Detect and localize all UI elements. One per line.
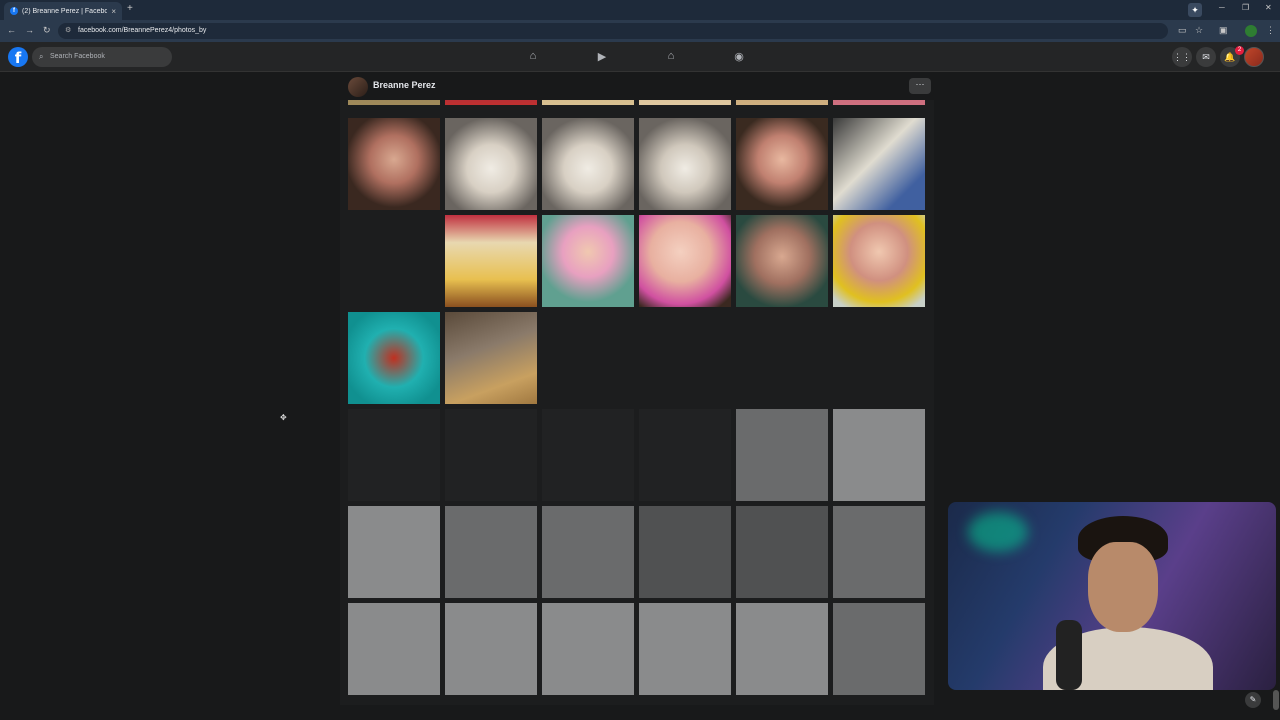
loading-placeholder [833, 506, 925, 598]
home-icon[interactable]: ⌂ [525, 50, 541, 64]
close-window-icon[interactable]: ✕ [1265, 3, 1272, 12]
streamer-face [1088, 542, 1158, 632]
loading-placeholder [542, 506, 634, 598]
empty-slot [348, 215, 440, 307]
search-icon: ⌕ [39, 52, 44, 61]
loading-placeholder [639, 603, 731, 695]
photo-thumbnail[interactable] [542, 118, 634, 210]
background-light [968, 512, 1028, 552]
tab-title: (2) Breanne Perez | Facebook [22, 7, 108, 15]
photo-thumbnail[interactable] [833, 100, 925, 105]
photo-thumbnail[interactable] [348, 312, 440, 404]
loading-placeholder [736, 409, 828, 501]
photo-thumbnail[interactable] [542, 215, 634, 307]
loading-placeholder [833, 409, 925, 501]
bookmark-star-icon[interactable]: ☆ [1195, 25, 1203, 36]
loading-placeholder [542, 603, 634, 695]
profile-icon[interactable] [1245, 25, 1257, 37]
video-icon[interactable]: ▶ [594, 50, 610, 64]
reload-icon[interactable]: ↻ [43, 25, 51, 36]
photo-thumbnail[interactable] [542, 100, 634, 105]
menu-grid-icon[interactable]: ⋮⋮ [1172, 47, 1192, 67]
microphone [1056, 620, 1082, 690]
facebook-header: f ⌕ Search Facebook ⌂ ▶ ⌂ ◉ ⋮⋮ ✉ 🔔 [0, 42, 1280, 72]
forward-icon[interactable]: → [25, 25, 34, 35]
site-info-icon[interactable]: ⚙ [65, 23, 71, 39]
loading-placeholder [445, 506, 537, 598]
mouse-cursor-icon: ✥ [280, 413, 287, 422]
minimize-icon[interactable]: ─ [1219, 3, 1225, 12]
loading-placeholder [445, 409, 537, 501]
scrollbar[interactable] [1273, 690, 1279, 710]
url-text: facebook.com/BreannePerez4/photos_by [78, 27, 207, 34]
extension-icon[interactable]: ✦ [1188, 3, 1202, 17]
facebook-favicon-icon: f [10, 7, 18, 15]
loading-placeholder [833, 603, 925, 695]
loading-placeholder [639, 409, 731, 501]
sidepanel-icon[interactable]: ▣ [1219, 25, 1228, 36]
photo-thumbnail[interactable] [736, 215, 828, 307]
account-avatar[interactable] [1244, 47, 1264, 67]
photo-thumbnail[interactable] [833, 215, 925, 307]
install-icon[interactable]: ▭ [1178, 25, 1187, 36]
empty-slot [639, 312, 731, 404]
photo-thumbnail[interactable] [445, 118, 537, 210]
photo-thumbnail[interactable] [736, 118, 828, 210]
search-placeholder: Search Facebook [50, 53, 105, 60]
loading-placeholder [736, 603, 828, 695]
browser-toolbar: ← → ↻ ⚙ facebook.com/BreannePerez4/photo… [0, 20, 1280, 42]
empty-slot [833, 312, 925, 404]
photo-thumbnail[interactable] [445, 312, 537, 404]
loading-placeholder [542, 409, 634, 501]
profile-avatar[interactable] [348, 77, 368, 97]
photo-thumbnail[interactable] [833, 118, 925, 210]
loading-placeholder [736, 506, 828, 598]
address-bar[interactable]: ⚙ facebook.com/BreannePerez4/photos_by [58, 23, 1168, 39]
new-message-icon[interactable]: ✎ [1245, 692, 1261, 708]
profile-subheader: Breanne Perez ··· [340, 72, 934, 100]
browser-tab[interactable]: f (2) Breanne Perez | Facebook × [4, 2, 122, 20]
more-options-button[interactable]: ··· [909, 78, 931, 94]
webcam-overlay [948, 502, 1276, 690]
photo-grid [340, 100, 934, 705]
empty-slot [736, 312, 828, 404]
notification-badge: 2 [1235, 46, 1244, 55]
loading-placeholder [639, 506, 731, 598]
facebook-logo-icon[interactable]: f [8, 47, 28, 67]
browser-tabstrip: f (2) Breanne Perez | Facebook × + ✦ ─ ❐… [0, 0, 1280, 20]
back-icon[interactable]: ← [7, 25, 16, 35]
photo-thumbnail[interactable] [639, 100, 731, 105]
photo-thumbnail[interactable] [639, 118, 731, 210]
search-input[interactable]: ⌕ Search Facebook [32, 47, 172, 67]
new-tab-icon[interactable]: + [127, 3, 133, 14]
photo-thumbnail[interactable] [639, 215, 731, 307]
loading-placeholder [445, 603, 537, 695]
loading-placeholder [348, 409, 440, 501]
tab-close-icon[interactable]: × [111, 7, 116, 16]
groups-icon[interactable]: ◉ [731, 50, 747, 64]
photo-thumbnail[interactable] [445, 100, 537, 105]
loading-placeholder [348, 603, 440, 695]
messenger-icon[interactable]: ✉ [1196, 47, 1216, 67]
loading-placeholder [348, 506, 440, 598]
marketplace-icon[interactable]: ⌂ [663, 50, 679, 64]
empty-slot [542, 312, 634, 404]
photo-thumbnail[interactable] [445, 215, 537, 307]
menu-kebab-icon[interactable]: ⋮ [1266, 25, 1275, 36]
profile-name[interactable]: Breanne Perez [373, 80, 436, 90]
photo-thumbnail[interactable] [348, 100, 440, 105]
restore-icon[interactable]: ❐ [1242, 3, 1249, 12]
photo-thumbnail[interactable] [736, 100, 828, 105]
photo-thumbnail[interactable] [348, 118, 440, 210]
